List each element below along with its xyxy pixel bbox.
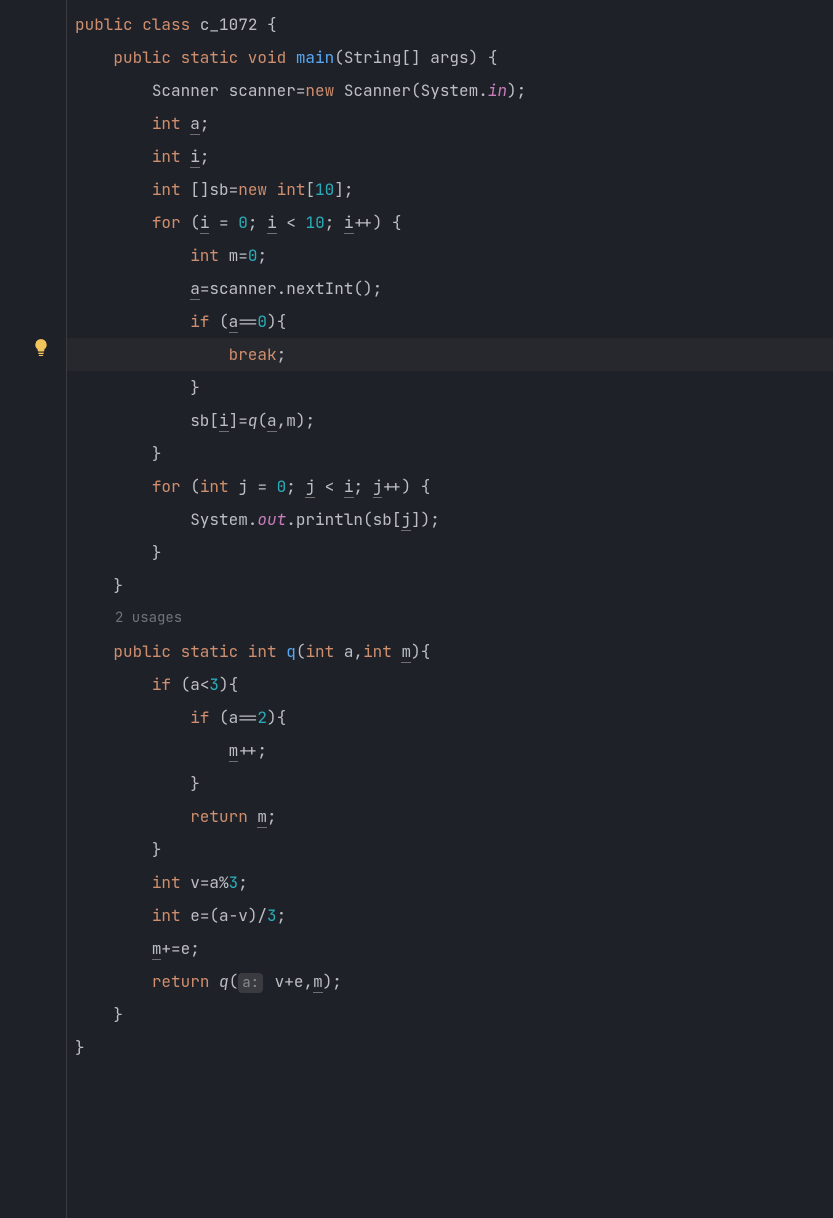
usages-hint[interactable]: 2 usages (67, 602, 833, 635)
code-area[interactable]: public class c_1072 { public static void… (66, 0, 833, 1218)
code-line[interactable]: int m=0; (67, 239, 833, 272)
param-hint: a: (238, 973, 263, 993)
code-line[interactable]: if (a<3){ (67, 668, 833, 701)
code-line[interactable]: } (67, 371, 833, 404)
code-line[interactable]: } (67, 1031, 833, 1064)
code-line[interactable]: public class c_1072 { (67, 8, 833, 41)
code-line[interactable]: if (a==2){ (67, 701, 833, 734)
code-line[interactable]: } (67, 833, 833, 866)
code-line[interactable]: int i; (67, 140, 833, 173)
code-line[interactable]: m++; (67, 734, 833, 767)
code-line[interactable]: sb[i]=q(a,m); (67, 404, 833, 437)
code-line[interactable]: System.out.println(sb[j]); (67, 503, 833, 536)
code-line[interactable]: a=scanner.nextInt(); (67, 272, 833, 305)
code-line[interactable]: public static int q(int a,int m){ (67, 635, 833, 668)
code-line[interactable]: int a; (67, 107, 833, 140)
code-line[interactable]: return q(a: v+e,m); (67, 965, 833, 998)
code-line[interactable]: int e=(a-v)/3; (67, 899, 833, 932)
code-line[interactable]: } (67, 998, 833, 1031)
editor-root: public class c_1072 { public static void… (0, 0, 833, 1218)
code-line[interactable]: for (i = 0; i < 10; i++) { (67, 206, 833, 239)
code-line[interactable]: Scanner scanner=new Scanner(System.in); (67, 74, 833, 107)
lightbulb-icon[interactable] (32, 338, 50, 356)
code-line[interactable]: if (a==0){ (67, 305, 833, 338)
code-line[interactable]: return m; (67, 800, 833, 833)
code-line[interactable]: } (67, 536, 833, 569)
code-line[interactable]: for (int j = 0; j < i; j++) { (67, 470, 833, 503)
code-line[interactable]: m+=e; (67, 932, 833, 965)
code-line[interactable]: } (67, 569, 833, 602)
code-line[interactable]: int []sb=new int[10]; (67, 173, 833, 206)
code-line[interactable]: } (67, 437, 833, 470)
code-line[interactable]: } (67, 767, 833, 800)
code-line-highlighted[interactable]: break; (67, 338, 833, 371)
code-line[interactable]: public static void main(String[] args) { (67, 41, 833, 74)
editor-gutter (0, 0, 62, 1218)
code-line[interactable]: int v=a%3; (67, 866, 833, 899)
